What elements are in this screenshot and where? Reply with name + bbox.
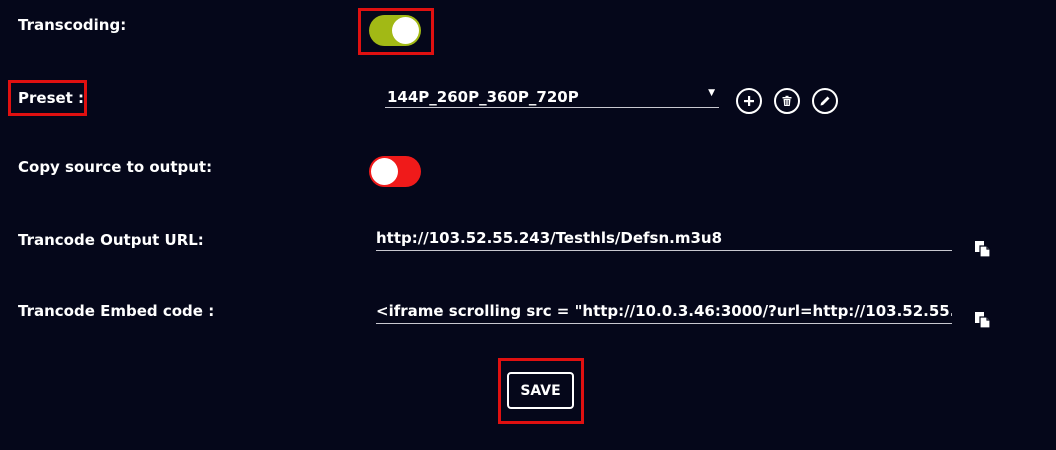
copy-embed-code-button[interactable] [974, 311, 992, 329]
embed-code-value: <iframe scrolling src = "http://10.0.3.4… [376, 302, 952, 320]
toggle-knob [392, 17, 419, 44]
toggle-knob [371, 158, 398, 185]
output-url-value: http://103.52.55.243/Testhls/Defsn.m3u8 [376, 229, 723, 247]
copy-source-label: Copy source to output: [18, 158, 213, 176]
dropdown-arrow-icon: ▼ [708, 88, 715, 98]
trash-icon [782, 95, 792, 106]
transcoding-settings-panel: Transcoding: Preset : 144P_260P_360P_720… [0, 0, 1056, 450]
embed-code-field[interactable]: <iframe scrolling src = "http://10.0.3.4… [376, 302, 952, 324]
delete-preset-button[interactable] [774, 88, 800, 114]
plus-icon [744, 96, 754, 106]
output-url-field[interactable]: http://103.52.55.243/Testhls/Defsn.m3u8 [376, 229, 952, 251]
preset-label: Preset : [18, 89, 85, 107]
preset-select[interactable]: 144P_260P_360P_720P ▼ [385, 86, 719, 108]
transcoding-toggle[interactable] [369, 15, 421, 46]
pencil-icon [820, 96, 830, 106]
preset-select-value: 144P_260P_360P_720P [387, 88, 579, 106]
embed-code-label: Trancode Embed code : [18, 302, 215, 320]
transcoding-label: Transcoding: [18, 16, 127, 34]
copy-icon [975, 312, 991, 329]
copy-source-toggle[interactable] [369, 156, 421, 187]
copy-icon [975, 241, 991, 258]
output-url-label: Trancode Output URL: [18, 231, 204, 249]
copy-output-url-button[interactable] [974, 240, 992, 258]
add-preset-button[interactable] [736, 88, 762, 114]
edit-preset-button[interactable] [812, 88, 838, 114]
save-button[interactable]: SAVE [507, 372, 574, 409]
